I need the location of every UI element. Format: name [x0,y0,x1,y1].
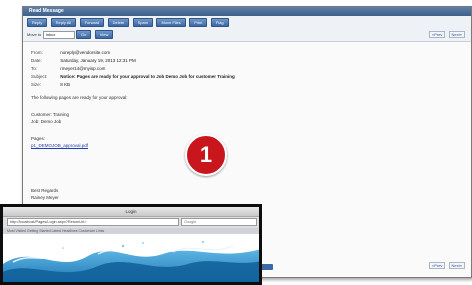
prev-link[interactable]: «Prev [428,262,446,269]
spam-button[interactable]: Spam [132,18,154,27]
pages-link[interactable]: p1_DEMOJOB_approval.pdf [31,142,331,149]
pages-label: Pages: [31,136,46,141]
move-to-label: Move to [27,32,42,37]
search-field[interactable]: Google [181,218,257,226]
move-button[interactable]: Move Files [156,18,186,27]
go-button[interactable]: Go [76,30,92,39]
header-value: Notice: Pages are ready for your approva… [60,74,235,79]
login-page-content [3,234,259,282]
address-bar[interactable]: http://localhost/Pages/Login.aspx?Return… [7,218,179,226]
header-value: 8 KB [60,82,71,87]
reply-all-button[interactable]: Reply All [50,18,77,27]
next-link[interactable]: Next» [448,262,465,269]
header-date: Date: Saturday, January 19, 2013 12:31 P… [31,57,331,65]
step-callout-badge: 1 [185,134,227,176]
customer-value: Training [52,112,70,117]
message-headers: From: noreply@vendorsite.com Date: Satur… [31,49,331,89]
delete-button[interactable]: Delete [107,18,130,27]
customer-line: Customer: Training [31,111,331,118]
next-link[interactable]: Next» [448,31,465,38]
prev-link[interactable]: «Prev [428,31,446,38]
browser-address-row: http://localhost/Pages/Login.aspx?Return… [3,217,259,228]
folder-nav-row: Move to Inbox Go View «Prev Next» [23,29,471,42]
signature-text: Rainey Meyer [31,195,59,200]
print-button[interactable]: Print [189,18,208,27]
water-splash-banner [3,234,259,282]
header-from: From: noreply@vendorsite.com [31,49,331,57]
header-key: To: [31,66,38,71]
regards-text: Best Regards [31,188,59,193]
job-value: Demo Job [40,119,62,124]
header-value: noreply@vendorsite.com [60,50,111,55]
header-value: Saturday, January 19, 2013 12:31 PM [60,58,136,63]
flag-button[interactable]: Flag [210,18,229,27]
header-key: From: [31,50,43,55]
body-intro: The following pages are ready for your a… [31,95,128,100]
mail-title: Read Message [23,7,471,16]
header-value: rmeyer14@myisp.com [60,66,106,71]
folder-select[interactable]: Inbox [42,30,75,39]
customer-label: Customer: [31,112,52,117]
header-key: Date: [31,58,42,63]
header-key: Subject: [31,74,48,79]
header-to: To: rmeyer14@myisp.com [31,65,331,73]
login-browser-window: Login http://localhost/Pages/Login.aspx?… [0,204,262,285]
message-body: The following pages are ready for your a… [31,94,331,201]
header-subject: Subject: Notice: Pages are ready for you… [31,73,331,81]
bottom-pager: «Prev Next» [427,262,465,269]
job-line: Job: Demo Job [31,118,331,125]
header-size: Size: 8 KB [31,81,331,89]
login-window-title: Login [3,207,259,217]
job-label: Job: [31,119,40,124]
view-button[interactable]: View [94,30,114,39]
reply-button[interactable]: Reply [27,18,48,27]
header-key: Size: [31,82,42,87]
mail-toolbar: Reply Reply All Forward Delete Spam Move… [23,16,471,29]
forward-button[interactable]: Forward [79,18,105,27]
top-pager: «Prev Next» [427,31,465,38]
